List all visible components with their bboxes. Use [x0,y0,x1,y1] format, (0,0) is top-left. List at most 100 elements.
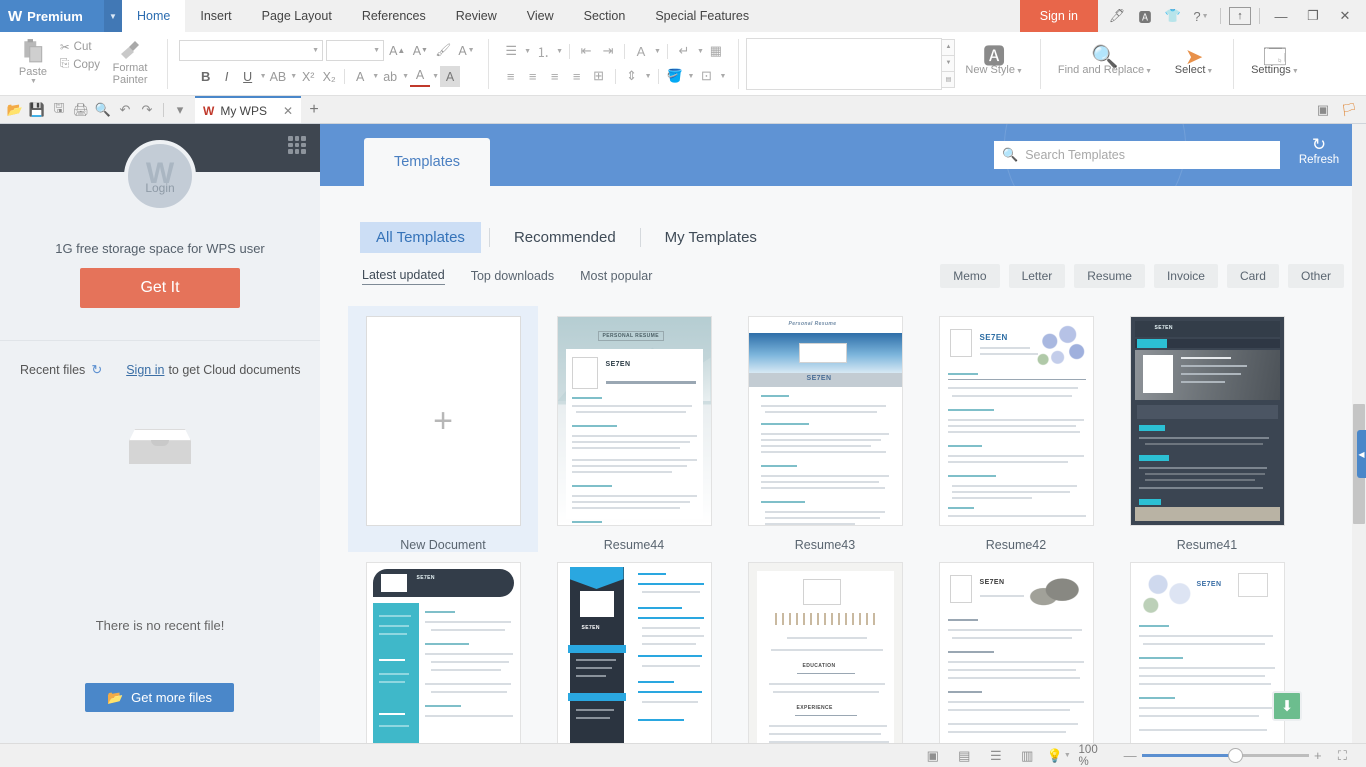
align-right-icon[interactable]: ≡ [545,67,565,86]
template-card-row2-4[interactable]: SE7EN [921,552,1111,743]
underline-dropdown-icon[interactable]: ▼ [260,73,267,80]
minimize-icon[interactable]: — [1266,0,1296,32]
sidebar-toggle-icon[interactable]: ▣ [1312,98,1334,122]
line-spacing-dropdown-icon[interactable]: ▼ [645,73,652,80]
clear-format-icon[interactable]: 🖌 [433,40,453,61]
tab-my-templates[interactable]: My Templates [649,222,773,253]
increase-indent-icon[interactable]: ⇥ [598,42,618,61]
align-center-icon[interactable]: ≡ [523,67,543,86]
increase-font-size-button[interactable]: A ▲ [387,40,407,61]
select-button[interactable]: ➤ Select▼ [1162,32,1226,95]
sort-top-downloads[interactable]: Top downloads [471,269,554,285]
scroll-down-button[interactable]: ⬇ [1272,691,1302,721]
template-thumbnail[interactable]: EDUCATION EXPERIENCE SKILLS [747,562,903,743]
decrease-font-size-button[interactable]: A ▼ [410,40,430,61]
brand-premium[interactable]: W Premium [0,0,104,32]
search-input[interactable] [1025,148,1272,162]
sort-icon[interactable]: A [631,42,651,61]
template-thumbnail[interactable]: SE7EN [1129,316,1285,526]
font-color-button[interactable]: A [410,66,431,87]
highlight-button[interactable]: ab [380,66,400,87]
print-preview-icon[interactable]: 🔍 [92,98,114,122]
style-gallery-scroll[interactable]: ▲ ▼ ▤ [941,38,956,88]
reading-bulb-icon[interactable]: 💡 ▼ [1043,744,1075,767]
table-grid-icon[interactable]: ▦ [706,42,726,61]
menu-item-home[interactable]: Home [122,0,186,32]
tag-invoice[interactable]: Invoice [1153,264,1218,288]
menu-item-references[interactable]: References [347,0,441,32]
template-card-row2-2[interactable]: SE7EN [539,552,729,743]
new-document-thumbnail[interactable]: + [365,316,521,526]
superscript-button[interactable]: X² [298,66,318,87]
refresh-templates-button[interactable]: ↻ Refresh [1290,136,1348,167]
print-icon[interactable]: 🖨 [70,98,92,122]
bold-button[interactable]: B [196,66,216,87]
bullet-list-dropdown-icon[interactable]: ▼ [524,48,531,55]
underline-button[interactable]: U [238,66,258,87]
tag-card[interactable]: Card [1226,264,1279,288]
redo-icon[interactable]: ↷ [136,98,158,122]
font-color-dropdown-icon[interactable]: ▼ [432,73,439,80]
open-folder-icon[interactable]: 📂 [4,98,26,122]
template-thumbnail[interactable]: SE7EN [365,562,521,743]
restore-icon[interactable]: ❐ [1298,0,1328,32]
sort-latest-updated[interactable]: Latest updated [362,268,445,285]
document-tab-my-wps[interactable]: W My WPS ✕ [195,96,302,123]
tag-resume[interactable]: Resume [1074,264,1145,288]
template-card-resume44[interactable]: PERSONAL RESUME SE7EN Resume44 [539,306,729,552]
close-icon[interactable]: ✕ [1330,0,1360,32]
strikethrough-button[interactable]: AB [268,66,289,87]
template-thumbnail[interactable]: SE7EN [938,562,1094,743]
fit-page-icon[interactable]: ⛶ [1327,744,1359,767]
borders-dropdown-icon[interactable]: ▼ [719,73,726,80]
strikethrough-dropdown-icon[interactable]: ▼ [290,73,297,80]
tab-recommended[interactable]: Recommended [498,222,632,253]
cut-button[interactable]: ✂ Cut [60,40,100,54]
menu-item-special-features[interactable]: Special Features [640,0,764,32]
italic-button[interactable]: I [217,66,237,87]
justify-icon[interactable]: ≡ [567,67,587,86]
get-more-files-button[interactable]: 📂 Get more files [85,683,234,712]
tab-all-templates[interactable]: All Templates [360,222,481,253]
flag-icon[interactable]: 🏳 [1338,98,1360,122]
upload-icon[interactable]: ↑ [1227,0,1253,32]
distribute-icon[interactable]: ⊞ [589,67,609,86]
char-shading-button[interactable]: A [440,66,461,87]
tag-other[interactable]: Other [1287,264,1344,288]
zoom-slider-knob[interactable] [1227,748,1243,763]
align-left-icon[interactable]: ≡ [501,67,521,86]
borders-icon[interactable]: ⊡ [696,67,716,86]
text-effect-button[interactable]: A [350,66,370,87]
style-scroll-up-icon[interactable]: ▲ [941,38,956,56]
shirt-icon[interactable]: 👕 [1160,0,1186,32]
menu-item-view[interactable]: View [512,0,569,32]
template-thumbnail[interactable]: SE7EN [556,562,712,743]
style-scroll-down-icon[interactable]: ▼ [941,54,956,72]
template-card-new-document[interactable]: + New Document [348,306,538,552]
zoom-out-button[interactable]: — [1119,748,1142,763]
new-style-button[interactable]: 🅰 New Style▼ [955,32,1032,95]
brand-dropdown-icon[interactable]: ▼ [104,0,122,32]
zoom-slider[interactable] [1141,748,1309,763]
template-thumbnail[interactable]: SE7EN [938,316,1094,526]
bullet-list-icon[interactable]: ☰ [501,42,521,61]
save-as-icon[interactable]: 🖫 [48,98,70,122]
template-thumbnail[interactable]: Personal Resume SE7EN [747,316,903,526]
tag-letter[interactable]: Letter [1008,264,1066,288]
sort-dropdown-icon[interactable]: ▼ [654,48,661,55]
template-card-resume43[interactable]: Personal Resume SE7EN Resume43 [730,306,920,552]
format-painter-button[interactable]: Format Painter [100,36,160,86]
decrease-indent-icon[interactable]: ⇤ [576,42,596,61]
style-gallery[interactable] [746,37,943,90]
zoom-in-button[interactable]: + [1309,748,1327,763]
get-it-button[interactable]: Get It [80,268,240,308]
template-thumbnail[interactable]: SE7EN [1129,562,1285,743]
menu-item-insert[interactable]: Insert [185,0,246,32]
close-tab-icon[interactable]: ✕ [283,104,293,118]
copy-button[interactable]: ⎘ Copy [60,58,100,71]
show-marks-icon[interactable]: ↵ [674,42,694,61]
help-icon[interactable]: ? ▼ [1188,0,1214,32]
undo-icon[interactable]: ↶ [114,98,136,122]
sidebar-collapse-handle[interactable]: ◀ [1357,430,1366,478]
line-spacing-icon[interactable]: ⇕ [622,67,642,86]
